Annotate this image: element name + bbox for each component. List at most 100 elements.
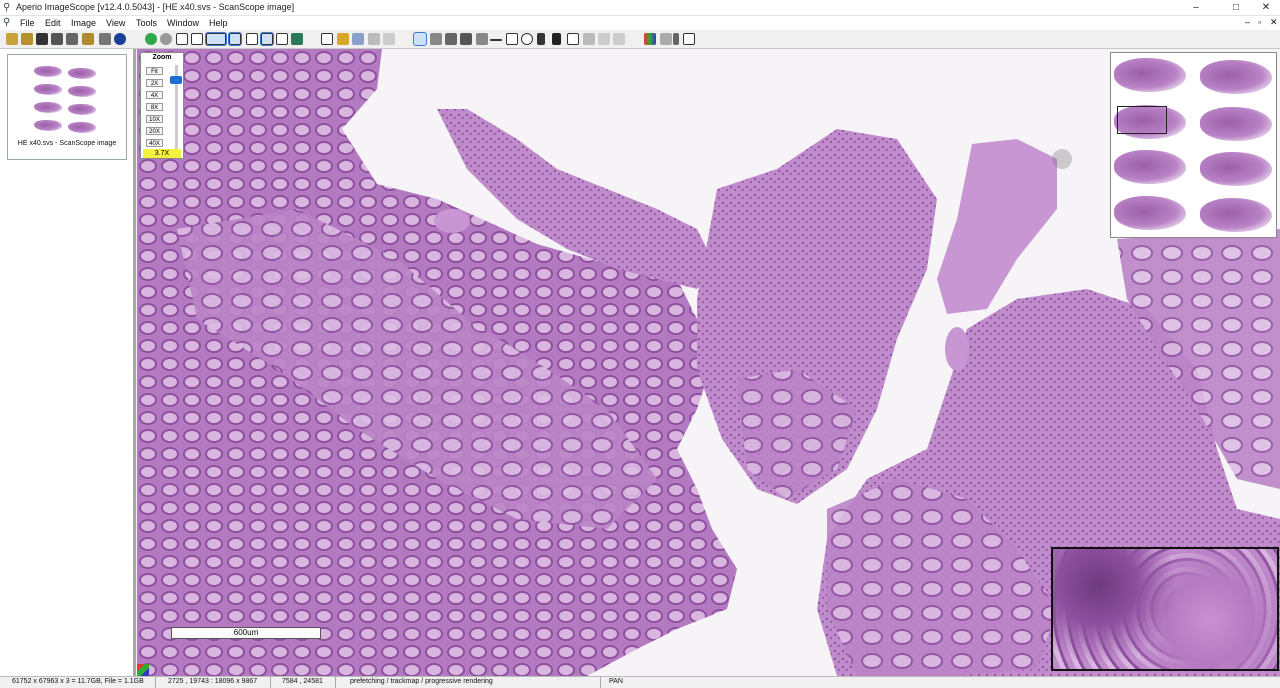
menu-image[interactable]: Image [71, 18, 96, 28]
zoom-20x-button[interactable]: 20X [146, 127, 163, 135]
menu-view[interactable]: View [106, 18, 125, 28]
info-folder-icon[interactable] [82, 33, 94, 45]
document-icon[interactable]: ⚲ [3, 17, 10, 28]
print-icon[interactable] [66, 33, 78, 45]
thumbnail-tissue [68, 104, 96, 115]
title-bar: ⚲ Aperio ImageScope [v12.4.0.5043] - [HE… [0, 0, 1280, 16]
select-region-icon[interactable] [205, 32, 227, 46]
open-folder-2-icon[interactable] [21, 33, 33, 45]
maximize-button[interactable]: □ [1220, 0, 1252, 15]
scanner-icon[interactable] [51, 33, 63, 45]
magnifier-inset [1051, 547, 1279, 671]
mdi-close-button[interactable]: ✕ [1270, 17, 1278, 28]
status-mode: PAN [609, 678, 623, 685]
rectangle-icon[interactable] [506, 33, 518, 45]
status-render-state: prefetching / trackmap / progressive ren… [350, 678, 493, 685]
status-divider [600, 677, 601, 688]
text-icon[interactable] [567, 33, 579, 45]
menu-window[interactable]: Window [167, 18, 199, 28]
overview-tissue [1114, 196, 1186, 230]
zoom-4x-button[interactable]: 4X [146, 91, 163, 99]
status-divider [270, 677, 271, 688]
overview-tissue [1200, 60, 1272, 94]
pin-icon[interactable] [476, 33, 488, 45]
thumbnail-tissue [68, 68, 96, 79]
copy-icon[interactable] [598, 33, 610, 45]
refresh-icon[interactable] [383, 33, 395, 45]
edit-icon[interactable] [321, 33, 333, 45]
search-icon[interactable] [276, 33, 288, 45]
ungroup-icon[interactable] [583, 33, 595, 45]
app-icon: ⚲ [3, 2, 11, 13]
tag-icon[interactable] [337, 33, 349, 45]
pan-hand-icon[interactable] [413, 32, 427, 46]
overview-viewport-rect[interactable] [1117, 106, 1167, 134]
mdi-minimize-button[interactable]: – [1245, 17, 1250, 27]
overview-panel[interactable] [1110, 52, 1277, 238]
pen-icon[interactable] [460, 33, 472, 45]
status-divider [335, 677, 336, 688]
zoom-title: Zoom [152, 54, 172, 61]
compare-icon[interactable] [352, 33, 364, 45]
scale-bar: 600um [171, 627, 321, 639]
menu-edit[interactable]: Edit [45, 18, 61, 28]
thumbnail-icon[interactable] [246, 33, 258, 45]
menu-help[interactable]: Help [209, 18, 228, 28]
thumbnail-tissue [34, 102, 62, 113]
zoom-10x-button[interactable]: 10X [146, 115, 163, 123]
overview-tissue [1200, 198, 1272, 232]
magnifier-icon[interactable] [260, 32, 274, 46]
ellipse-icon[interactable] [521, 33, 533, 45]
slide-thumbnail[interactable]: HE x40.svs - ScanScope image [7, 54, 127, 160]
slide-layout-icon[interactable] [176, 33, 188, 45]
zoom-40x-button[interactable]: 40X [146, 139, 163, 147]
window-title: Aperio ImageScope [v12.4.0.5043] - [HE x… [16, 2, 295, 12]
thumbnail-tissue [34, 84, 62, 95]
arrow-icon[interactable] [537, 33, 545, 45]
layout-2-icon[interactable] [191, 33, 203, 45]
thumbnail-caption: HE x40.svs - ScanScope image [17, 140, 117, 147]
thumbnail-tissue [68, 86, 96, 97]
zoom-fit-button[interactable]: Fit [146, 67, 163, 75]
overview-tissue [1200, 152, 1272, 186]
zoom-slider-thumb[interactable] [170, 76, 182, 85]
open-folder-icon[interactable] [6, 33, 18, 45]
status-bar: 61752 x 67963 x 3 = 11.7GB, File = 1.1GB… [0, 676, 1280, 688]
color-icon[interactable] [644, 33, 656, 45]
menu-tools[interactable]: Tools [136, 18, 157, 28]
status-region: 2725 , 19743 : 18096 x 9867 [168, 678, 258, 685]
camera-icon[interactable] [36, 33, 48, 45]
info-icon[interactable] [114, 33, 126, 45]
tag-2-icon[interactable] [445, 33, 457, 45]
view-full-icon[interactable] [228, 32, 242, 46]
mdi-restore-button[interactable]: ▫ [1258, 17, 1261, 27]
go-forward-icon[interactable] [145, 33, 157, 45]
levels-icon[interactable] [660, 33, 672, 45]
magic-icon[interactable] [430, 33, 442, 45]
thumbnail-tissue [34, 66, 62, 77]
status-cursor: 7584 , 24581 [282, 678, 323, 685]
close-button[interactable]: ✕ [1250, 0, 1280, 15]
minimize-button[interactable]: – [1180, 0, 1212, 15]
grid-icon[interactable] [552, 33, 561, 45]
zoom-8x-button[interactable]: 8X [146, 103, 163, 111]
paste-icon[interactable] [613, 33, 625, 45]
dropdown-icon[interactable] [673, 33, 679, 45]
overview-tissue [1114, 58, 1186, 92]
menu-bar: ⚲ File Edit Image View Tools Window Help… [0, 16, 1280, 30]
overview-icon[interactable] [291, 33, 303, 45]
annotations-icon[interactable] [99, 33, 111, 45]
status-divider [155, 677, 156, 688]
color-corner-icon [137, 664, 149, 676]
ruler-icon[interactable] [490, 39, 502, 41]
status-image-info: 61752 x 67963 x 3 = 11.7GB, File = 1.1GB [12, 678, 144, 685]
overview-tissue [1200, 107, 1272, 141]
zoom-2x-button[interactable]: 2X [146, 79, 163, 87]
menu-file[interactable]: File [20, 18, 35, 28]
stop-icon[interactable] [160, 33, 172, 45]
thumbnail-tissue [68, 122, 96, 133]
toolbar [0, 31, 1280, 49]
slide-viewport[interactable]: Zoom Fit 2X 4X 8X 10X 20X 40X 3.7X 600um [137, 49, 1280, 676]
help-icon[interactable] [683, 33, 695, 45]
back-icon[interactable] [368, 33, 380, 45]
